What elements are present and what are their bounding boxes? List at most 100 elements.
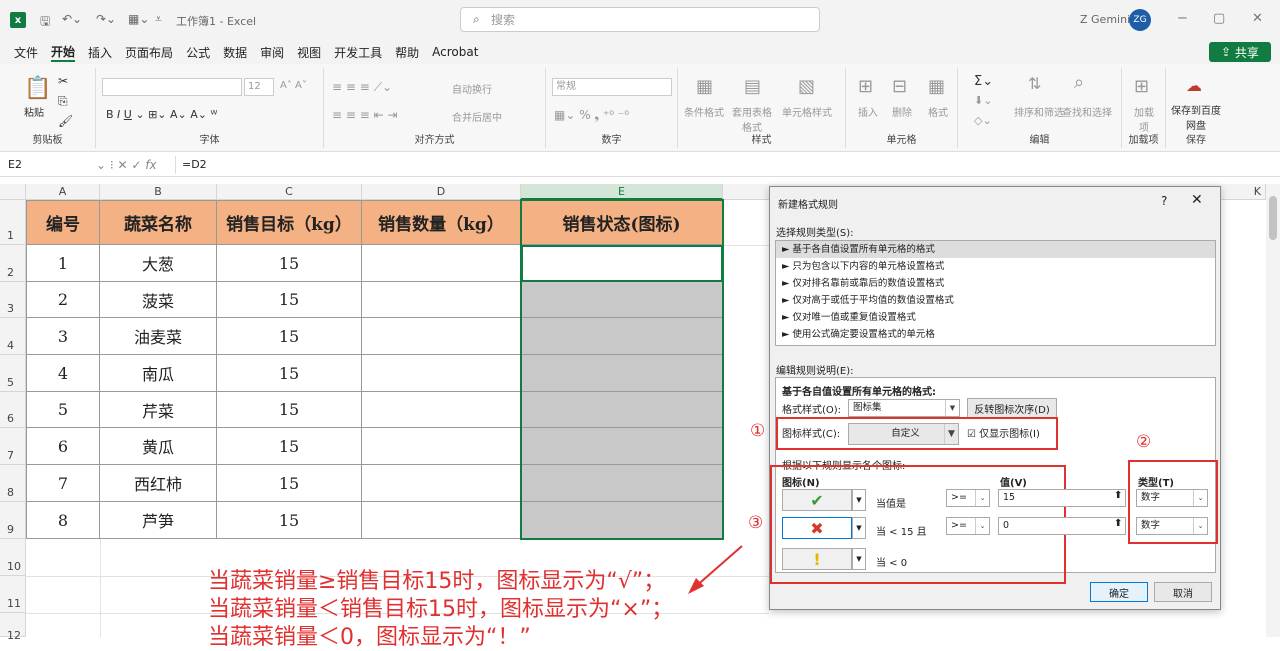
- avatar[interactable]: ZG: [1129, 9, 1151, 31]
- undo-icon[interactable]: ↶⌄: [62, 12, 82, 26]
- cell-status[interactable]: [521, 318, 723, 355]
- cell-target[interactable]: 15: [217, 428, 362, 465]
- tab-developer[interactable]: 开发工具: [334, 44, 382, 61]
- cell-id[interactable]: 7: [26, 465, 100, 502]
- col-header-e[interactable]: E: [521, 184, 723, 200]
- cell-vegetable[interactable]: 西红柿: [100, 465, 217, 502]
- cell-quantity[interactable]: [362, 392, 521, 428]
- cell-id[interactable]: 1: [26, 245, 100, 282]
- icon-select-exclamation[interactable]: !: [782, 548, 852, 570]
- header-cell-name[interactable]: 蔬菜名称: [100, 200, 217, 245]
- cell-status-active[interactable]: [521, 245, 723, 282]
- icon-dropdown-button[interactable]: ▼: [852, 489, 866, 511]
- cell-id[interactable]: 3: [26, 318, 100, 355]
- insert-button[interactable]: 插入: [858, 104, 878, 119]
- table-format-button[interactable]: 套用表格格式: [730, 104, 774, 134]
- cell-id[interactable]: 2: [26, 282, 100, 318]
- range-picker-icon[interactable]: ⬆: [1114, 490, 1122, 501]
- tab-home[interactable]: 开始: [51, 43, 76, 62]
- delete-button[interactable]: 删除: [892, 104, 912, 119]
- type-select[interactable]: 数字 ⌄: [1136, 489, 1208, 507]
- table-format-icon[interactable]: ▤: [744, 76, 761, 97]
- row-header-9[interactable]: 9: [0, 502, 26, 539]
- help-icon[interactable]: ?: [1161, 194, 1167, 208]
- show-icon-only-checkbox[interactable]: ☑ 仅显示图标(I): [967, 425, 1040, 440]
- currency-icon[interactable]: ▦⌄ % ❟ ⁺⁰ ⁻⁰: [554, 108, 629, 123]
- cell-vegetable[interactable]: 油麦菜: [100, 318, 217, 355]
- row-header-8[interactable]: 8: [0, 465, 26, 502]
- col-header-d[interactable]: D: [362, 184, 521, 200]
- rule-type-item[interactable]: ► 仅对排名靠前或靠后的数值设置格式: [776, 275, 1215, 292]
- scrollbar-thumb[interactable]: [1269, 196, 1277, 240]
- save-baidu-button[interactable]: 保存到百度网盘: [1170, 102, 1222, 132]
- format-painter-icon[interactable]: 🖌: [58, 114, 73, 128]
- formula-icons[interactable]: ⌄ ⁝ ✕ ✓ fx: [96, 156, 157, 174]
- value-input[interactable]: 0: [998, 517, 1126, 535]
- save-icon[interactable]: 🖫: [40, 12, 50, 33]
- cell-target[interactable]: 15: [217, 465, 362, 502]
- font-name-select[interactable]: [102, 78, 242, 96]
- cell-quantity[interactable]: [362, 282, 521, 318]
- addins-icon[interactable]: ⊞: [1134, 76, 1149, 97]
- header-cell-id[interactable]: 编号: [26, 200, 100, 245]
- icon-dropdown-button[interactable]: ▼: [852, 548, 866, 570]
- cell-vegetable[interactable]: 芹菜: [100, 392, 217, 428]
- cell-status[interactable]: [521, 428, 723, 465]
- cell-id[interactable]: 8: [26, 502, 100, 539]
- cell-target[interactable]: 15: [217, 282, 362, 318]
- header-cell-target[interactable]: 销售目标（kg）: [217, 200, 362, 245]
- type-select[interactable]: 数字 ⌄: [1136, 517, 1208, 535]
- cell-status[interactable]: [521, 282, 723, 318]
- tab-page-layout[interactable]: 页面布局: [125, 44, 173, 61]
- cell-quantity[interactable]: [362, 502, 521, 539]
- tab-help[interactable]: 帮助: [395, 44, 419, 61]
- cell-target[interactable]: 15: [217, 392, 362, 428]
- value-input[interactable]: 15: [998, 489, 1126, 507]
- baidu-cloud-icon[interactable]: ☁: [1186, 76, 1202, 95]
- cell-target[interactable]: 15: [217, 318, 362, 355]
- copy-icon[interactable]: ⎘: [58, 94, 68, 109]
- paste-button[interactable]: 粘贴: [24, 104, 44, 119]
- tab-view[interactable]: 视图: [297, 44, 321, 61]
- reverse-icon-order-button[interactable]: 反转图标次序(D): [967, 398, 1057, 418]
- bold-icon[interactable]: B I U ⌄ ⊞⌄ A⌄ A⌄ ᵂ: [106, 108, 217, 121]
- rule-type-item[interactable]: ► 仅对高于或低于平均值的数值设置格式: [776, 292, 1215, 309]
- tab-formulas[interactable]: 公式: [186, 44, 210, 61]
- header-cell-quantity[interactable]: 销售数量（kg）: [362, 200, 521, 245]
- operator-select[interactable]: >= ⌄: [946, 489, 990, 507]
- ok-button[interactable]: 确定: [1090, 582, 1148, 602]
- row-header-3[interactable]: 3: [0, 282, 26, 318]
- cell-vegetable[interactable]: 芦笋: [100, 502, 217, 539]
- rule-type-item[interactable]: ► 只为包含以下内容的单元格设置格式: [776, 258, 1215, 275]
- icon-dropdown-button[interactable]: ▼: [852, 517, 866, 539]
- tab-acrobat[interactable]: Acrobat: [432, 45, 478, 59]
- cell-quantity[interactable]: [362, 465, 521, 502]
- icon-select-cross[interactable]: ✖: [782, 517, 852, 539]
- cell-id[interactable]: 5: [26, 392, 100, 428]
- formula-input[interactable]: =D2: [175, 156, 1270, 174]
- wrap-text-button[interactable]: 自动换行: [452, 81, 492, 96]
- col-header-c[interactable]: C: [217, 184, 362, 200]
- dialog-close-icon[interactable]: ✕: [1191, 192, 1203, 208]
- cell-vegetable[interactable]: 菠菜: [100, 282, 217, 318]
- cell-style-icon[interactable]: ▧: [798, 76, 815, 97]
- rule-type-item[interactable]: ► 使用公式确定要设置格式的单元格: [776, 326, 1215, 343]
- cancel-button[interactable]: 取消: [1154, 582, 1212, 602]
- cell-vegetable[interactable]: 黄瓜: [100, 428, 217, 465]
- tab-insert[interactable]: 插入: [88, 44, 112, 61]
- tab-file[interactable]: 文件: [14, 44, 38, 61]
- find-icon[interactable]: ⌕: [1074, 72, 1084, 93]
- rule-type-item[interactable]: ► 基于各自值设置所有单元格的格式: [776, 241, 1215, 258]
- header-cell-status[interactable]: 销售状态(图标): [521, 200, 723, 245]
- cell-status[interactable]: [521, 465, 723, 502]
- close-button[interactable]: ✕: [1252, 11, 1263, 26]
- cell-status[interactable]: [521, 355, 723, 392]
- sort-filter-icon[interactable]: ⇅: [1028, 74, 1041, 93]
- cell-vegetable[interactable]: 大葱: [100, 245, 217, 282]
- cell-target[interactable]: 15: [217, 355, 362, 392]
- cell-target[interactable]: 15: [217, 502, 362, 539]
- font-size-select[interactable]: 12: [244, 78, 274, 96]
- align-left-icon[interactable]: ≡ ≡ ≡ ⇤ ⇥: [332, 108, 398, 122]
- col-header-b[interactable]: B: [100, 184, 217, 200]
- row-header-7[interactable]: 7: [0, 428, 26, 465]
